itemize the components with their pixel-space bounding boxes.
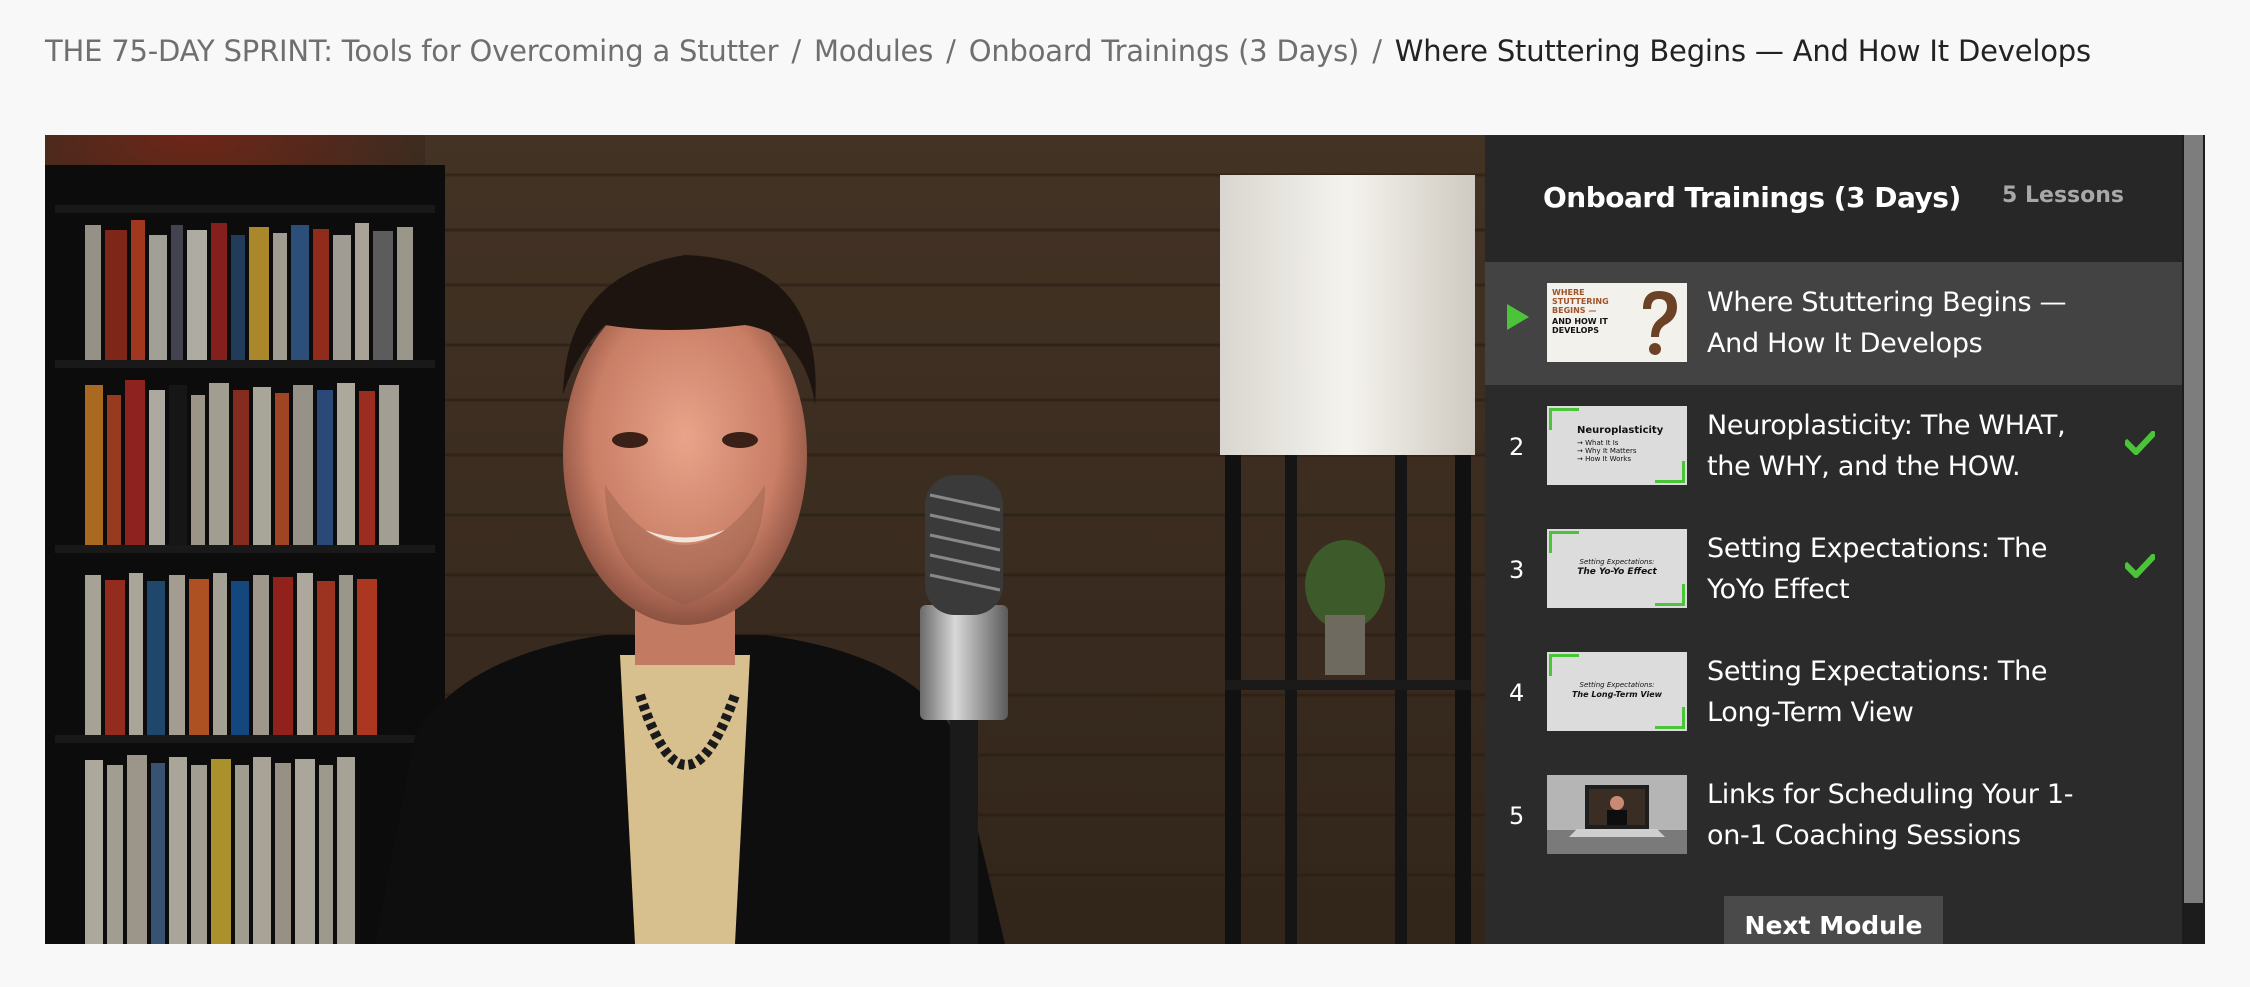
lesson-number: 5: [1509, 802, 1525, 830]
thumb-corner: [1549, 408, 1579, 411]
breadcrumb-course-link[interactable]: THE 75-DAY SPRINT: Tools for Overcoming …: [45, 34, 778, 68]
lesson-item-5[interactable]: 5 Links for Scheduling Your 1-on-1 Coach…: [1485, 754, 2182, 877]
thumb-text: DEVELOPS: [1552, 326, 1599, 335]
thumb-corner: [1682, 461, 1685, 483]
breadcrumb-modules-link[interactable]: Modules: [814, 34, 933, 68]
lesson-thumbnail: Neuroplasticity → What It Is → Why It Ma…: [1547, 406, 1687, 485]
breadcrumb-separator: /: [1372, 34, 1382, 68]
lesson-title: Links for Scheduling Your 1-on-1 Coachin…: [1707, 779, 2074, 851]
lesson-number: 4: [1509, 679, 1525, 707]
lesson-item-2[interactable]: 2 Neuroplasticity → What It Is → Why It …: [1485, 385, 2182, 508]
laptop-image: [1547, 775, 1687, 854]
lesson-item-3[interactable]: 3 Setting Expectations: The Yo-Yo Effect…: [1485, 508, 2182, 631]
lesson-thumbnail: WHERE STUTTERING BEGINS — AND HOW IT DEV…: [1547, 283, 1687, 362]
thumb-corner: [1655, 726, 1685, 729]
thumb-corner: [1549, 654, 1552, 676]
sidebar-header: Onboard Trainings (3 Days) 5 Lessons: [1485, 135, 2182, 262]
breadcrumb-module-link[interactable]: Onboard Trainings (3 Days): [969, 34, 1360, 68]
thumb-text: → How It Works: [1577, 455, 1631, 463]
thumb-corner: [1549, 654, 1579, 657]
thumb-corner: [1682, 707, 1685, 729]
thumb-text: AND HOW IT: [1552, 317, 1608, 326]
thumb-text: The Yo-Yo Effect: [1577, 567, 1657, 577]
thumb-text: BEGINS —: [1552, 306, 1597, 315]
thumb-corner: [1549, 531, 1579, 534]
video-frame-image: [45, 135, 1485, 944]
lesson-title: Setting Expectations: The YoYo Effect: [1707, 533, 2048, 605]
lesson-title: Where Stuttering Begins — And How It Dev…: [1707, 287, 2067, 359]
lesson-thumbnail: Setting Expectations: The Long-Term View: [1547, 652, 1687, 731]
thumb-text: → What It Is: [1577, 439, 1619, 447]
checkmark-icon: [2125, 431, 2155, 455]
thumb-text: Setting Expectations:: [1579, 558, 1655, 566]
thumb-text: WHERE: [1552, 288, 1585, 297]
checkmark-icon: [2125, 554, 2155, 578]
thumb-text: → Why It Matters: [1577, 447, 1637, 455]
breadcrumb-separator: /: [791, 34, 801, 68]
thumb-corner: [1655, 603, 1685, 606]
lesson-thumbnail: [1547, 775, 1687, 854]
lesson-item-1[interactable]: WHERE STUTTERING BEGINS — AND HOW IT DEV…: [1485, 262, 2182, 385]
lesson-player: Onboard Trainings (3 Days) 5 Lessons WHE…: [45, 135, 2205, 944]
lesson-title: Setting Expectations: The Long-Term View: [1707, 656, 2048, 728]
thumb-corner: [1655, 480, 1685, 483]
module-title: Onboard Trainings (3 Days): [1543, 181, 1961, 214]
sidebar-scrollbar-thumb[interactable]: [2184, 135, 2203, 903]
question-mark-icon: [1643, 291, 1677, 355]
breadcrumb-current: Where Stuttering Begins — And How It Dev…: [1394, 34, 2091, 68]
lesson-item-4[interactable]: 4 Setting Expectations: The Long-Term Vi…: [1485, 631, 2182, 754]
video-player[interactable]: [45, 135, 1485, 944]
lesson-count: 5 Lessons: [2002, 183, 2124, 208]
lesson-thumbnail: Setting Expectations: The Yo-Yo Effect: [1547, 529, 1687, 608]
thumb-text: The Long-Term View: [1571, 690, 1663, 699]
lesson-sidebar: Onboard Trainings (3 Days) 5 Lessons WHE…: [1485, 135, 2205, 944]
lesson-number: 3: [1509, 556, 1525, 584]
play-icon: [1507, 304, 1529, 330]
thumb-corner: [1682, 584, 1685, 606]
thumb-text: Neuroplasticity: [1577, 425, 1664, 436]
thumb-corner: [1549, 408, 1552, 430]
thumb-corner: [1549, 531, 1552, 553]
breadcrumb: THE 75-DAY SPRINT: Tools for Overcoming …: [45, 34, 2091, 68]
breadcrumb-separator: /: [946, 34, 956, 68]
thumb-text: STUTTERING: [1552, 297, 1609, 306]
thumb-text: Setting Expectations:: [1579, 681, 1655, 689]
lesson-number: 2: [1509, 433, 1525, 461]
next-module-button[interactable]: Next Module: [1724, 896, 1943, 944]
lesson-title: Neuroplasticity: The WHAT, the WHY, and …: [1707, 410, 2066, 482]
